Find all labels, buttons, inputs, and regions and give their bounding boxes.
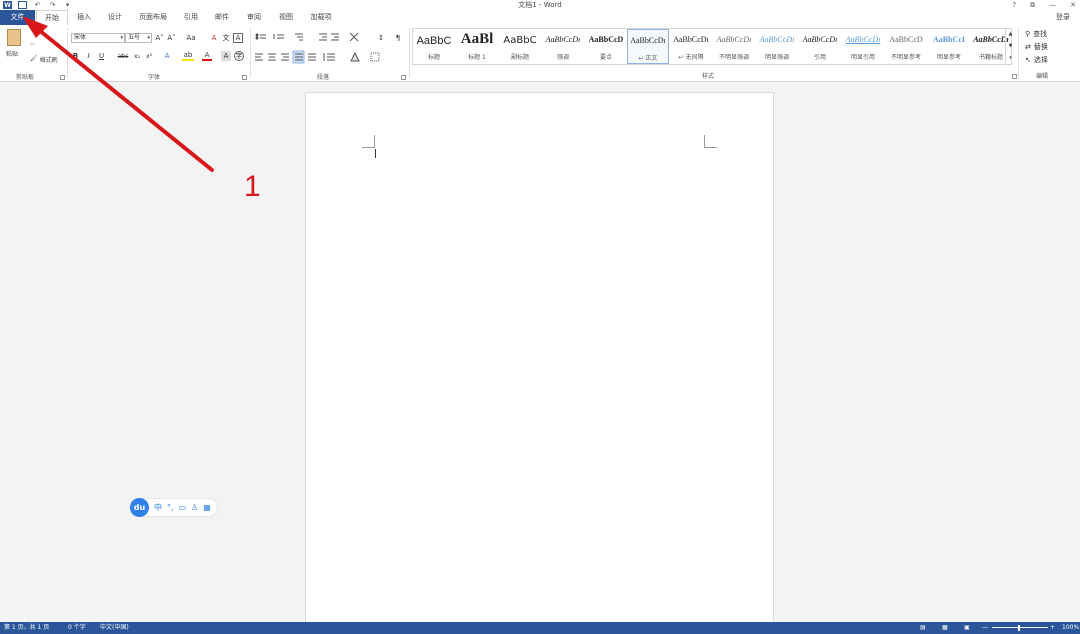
annotation-arrow: [22, 16, 214, 172]
annotation-number: 1: [244, 170, 261, 203]
